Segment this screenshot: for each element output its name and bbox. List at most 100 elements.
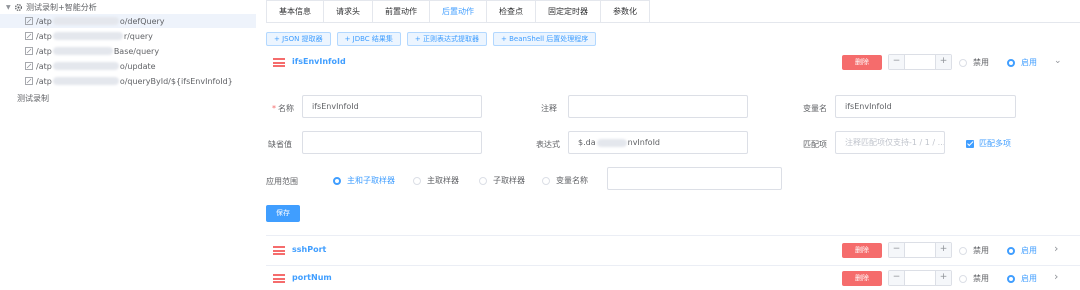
test-tree: ▼ 测试录制+智能分析 /atp o/defQuery /atp r/query… (0, 0, 256, 290)
match-multiple-checkbox[interactable]: 匹配多项 (966, 138, 1011, 149)
drag-handle-icon[interactable] (273, 246, 285, 255)
plus-icon[interactable]: + (935, 243, 951, 257)
tree-item-plain[interactable]: 测试录制 (17, 91, 49, 105)
checkbox-checked-icon (966, 139, 974, 148)
add-regex-extractor-button[interactable]: + 正则表达式提取器 (406, 32, 488, 46)
scope-option-label: 主和子取样器 (347, 176, 395, 185)
stepper-value[interactable] (905, 55, 935, 69)
save-button[interactable]: 保存 (266, 205, 300, 222)
tree-item[interactable]: /atp o/defQuery (0, 14, 256, 28)
scope-variable-input[interactable] (607, 167, 782, 190)
variable-name-input[interactable]: ifsEnvInfoId (835, 95, 1016, 118)
scope-radio-sub[interactable]: 子取样器 (479, 175, 525, 186)
stepper-value[interactable] (905, 271, 935, 285)
enable-radio[interactable]: 启用 (1007, 273, 1037, 284)
expression-input[interactable]: $.da nvInfoId (568, 131, 748, 154)
redacted-segment (52, 62, 119, 70)
comment-label: 注释 (541, 104, 557, 113)
name-label: * 名称 (272, 104, 294, 113)
scope-option-label: 变量名称 (556, 176, 588, 185)
tree-item-suffix: o/defQuery (119, 16, 165, 26)
disable-label: 禁用 (973, 274, 989, 283)
chevron-right-icon[interactable]: › (1054, 270, 1058, 283)
minus-icon[interactable]: − (889, 55, 905, 69)
tab-parameterize[interactable]: 参数化 (600, 0, 650, 22)
radio-icon (479, 176, 487, 185)
divider (266, 235, 1080, 236)
tab-post-actions[interactable]: 后置动作 (429, 0, 487, 22)
drag-handle-icon[interactable] (273, 274, 285, 283)
edit-icon (25, 77, 33, 85)
default-value-input[interactable] (302, 131, 482, 154)
processor-header[interactable]: portNum 删除 − + 禁用 启用 › (266, 268, 1080, 290)
expression-label: 表达式 (536, 140, 560, 149)
disable-radio[interactable]: 禁用 (959, 57, 989, 68)
add-json-extractor-button[interactable]: + JSON 提取器 (266, 32, 331, 46)
redacted-segment (596, 138, 627, 147)
enable-label: 启用 (1021, 274, 1037, 283)
tab-basic-info[interactable]: 基本信息 (266, 0, 324, 22)
tab-checkpoints[interactable]: 检查点 (486, 0, 536, 22)
tree-item-prefix: /atp (36, 31, 52, 41)
divider (266, 265, 1080, 266)
disable-radio[interactable]: 禁用 (959, 245, 989, 256)
radio-icon (542, 176, 550, 185)
drag-handle-icon[interactable] (273, 58, 285, 67)
plus-icon[interactable]: + (935, 55, 951, 69)
comment-input[interactable] (568, 95, 748, 118)
disable-radio[interactable]: 禁用 (959, 273, 989, 284)
add-jdbc-result-button[interactable]: + JDBC 结果集 (336, 32, 401, 46)
order-stepper[interactable]: − + (888, 270, 952, 286)
scope-radio-variable[interactable]: 变量名称 (542, 175, 588, 186)
minus-icon[interactable]: − (889, 271, 905, 285)
match-multiple-label: 匹配多项 (979, 139, 1011, 148)
edit-icon (25, 32, 33, 40)
enable-label: 启用 (1021, 246, 1037, 255)
enable-radio[interactable]: 启用 (1007, 245, 1037, 256)
order-stepper[interactable]: − + (888, 242, 952, 258)
expression-prefix: $.da (578, 138, 596, 147)
tab-pre-actions[interactable]: 前置动作 (372, 0, 430, 22)
plus-icon[interactable]: + (935, 271, 951, 285)
tree-item[interactable]: /atp r/query (22, 29, 256, 43)
tab-fixed-timer[interactable]: 固定定时器 (535, 0, 601, 22)
radio-icon (959, 58, 967, 67)
gear-icon (14, 3, 23, 11)
add-beanshell-postprocessor-button[interactable]: + BeanShell 后置处理程序 (493, 32, 597, 46)
processor-name: portNum (292, 273, 332, 282)
tab-headers[interactable]: 请求头 (323, 0, 373, 22)
expression-suffix: nvInfoId (627, 138, 661, 147)
caret-down-icon[interactable]: ▼ (6, 4, 14, 11)
name-input[interactable]: ifsEnvInfoId (302, 95, 482, 118)
tree-item-suffix: o/update (119, 61, 156, 71)
tree-item[interactable]: /atp o/update (22, 59, 256, 73)
chevron-right-icon[interactable]: › (1054, 242, 1058, 255)
radio-checked-icon (1007, 274, 1015, 283)
processor-header[interactable]: sshPort 删除 − + 禁用 启用 › (266, 240, 1080, 262)
radio-icon (413, 176, 421, 185)
tree-root[interactable]: ▼ 测试录制+智能分析 (6, 0, 97, 14)
extractor-toolbar: + JSON 提取器 + JDBC 结果集 + 正则表达式提取器 + BeanS… (266, 32, 597, 46)
tree-item[interactable]: /atp o/queryById/${ifsEnvInfoId} (22, 74, 256, 88)
redacted-segment (52, 47, 113, 55)
delete-button[interactable]: 删除 (842, 243, 882, 258)
delete-button[interactable]: 删除 (842, 55, 882, 70)
radio-checked-icon (1007, 246, 1015, 255)
chevron-down-icon[interactable]: ⌄ (1054, 56, 1062, 66)
tree-item-suffix: Base/query (113, 46, 160, 56)
tree-item[interactable]: /atp Base/query (22, 44, 256, 58)
enable-label: 启用 (1021, 58, 1037, 67)
processor-header[interactable]: ifsEnvInfoId 删除 − + 禁用 启用 ⌄ (266, 52, 1080, 74)
tree-item-prefix: /atp (36, 76, 52, 86)
delete-button[interactable]: 删除 (842, 271, 882, 286)
scope-option-label: 子取样器 (493, 176, 525, 185)
tree-plain-label: 测试录制 (17, 93, 49, 103)
scope-radio-main-and-sub[interactable]: 主和子取样器 (333, 175, 395, 186)
edit-icon (25, 62, 33, 70)
order-stepper[interactable]: − + (888, 54, 952, 70)
match-no-input[interactable]: 注释匹配项仅支持-1 / 1 / ... (835, 131, 945, 154)
stepper-value[interactable] (905, 243, 935, 257)
enable-radio[interactable]: 启用 (1007, 57, 1037, 68)
minus-icon[interactable]: − (889, 243, 905, 257)
scope-radio-main[interactable]: 主取样器 (413, 175, 459, 186)
